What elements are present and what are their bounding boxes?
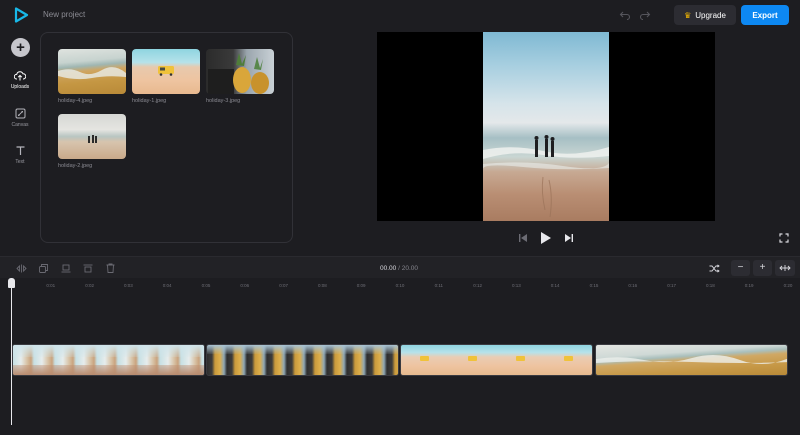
ruler-tick-label: 0:10 bbox=[395, 283, 405, 288]
wave-foam-graphic bbox=[58, 67, 126, 80]
duplicate-button[interactable] bbox=[34, 261, 52, 275]
play-icon[interactable] bbox=[540, 231, 552, 245]
van-strip-graphic bbox=[420, 356, 573, 361]
delete-button[interactable] bbox=[101, 261, 119, 275]
upgrade-label: Upgrade bbox=[695, 10, 726, 20]
video-preview[interactable] bbox=[377, 32, 715, 221]
crown-icon: ♛ bbox=[684, 10, 692, 20]
timeline-clip-holiday-2[interactable] bbox=[12, 344, 205, 376]
preview-frame bbox=[483, 32, 609, 221]
play-logo-icon[interactable] bbox=[13, 7, 29, 23]
media-thumbnail bbox=[206, 49, 274, 94]
text-icon bbox=[16, 146, 24, 155]
ruler-tick-label: 0:05 bbox=[201, 283, 211, 288]
ruler-tick-label: 0:20 bbox=[783, 283, 793, 288]
skip-forward-icon[interactable] bbox=[564, 233, 574, 243]
ruler-tick-label: 0:18 bbox=[706, 283, 715, 288]
ruler-tick-label: 0:19 bbox=[744, 283, 754, 288]
media-item-holiday-2[interactable]: holiday-2.jpeg bbox=[58, 114, 126, 169]
ruler-tick-label: 0:03 bbox=[124, 283, 133, 288]
people-graphic bbox=[88, 135, 97, 143]
timecode: 00.00 / 20.00 bbox=[380, 265, 418, 272]
total-time: 20.00 bbox=[401, 265, 418, 272]
rail-item-text[interactable]: Text bbox=[4, 145, 36, 165]
fullscreen-icon[interactable] bbox=[779, 233, 789, 243]
media-thumbnail bbox=[58, 49, 126, 94]
ruler-tick-label: 0:06 bbox=[240, 283, 250, 288]
rail-label-uploads: Uploads bbox=[10, 84, 30, 90]
ruler-tick-label: 0:12 bbox=[473, 283, 482, 288]
zoom-in-button[interactable]: + bbox=[753, 260, 772, 276]
van-graphic bbox=[158, 66, 174, 76]
split-icon bbox=[15, 264, 27, 272]
foam-strip-graphic bbox=[596, 355, 787, 364]
align-top-button[interactable] bbox=[79, 261, 97, 275]
media-thumbnail bbox=[132, 49, 200, 94]
ruler-tick-label: 0:01 bbox=[46, 283, 56, 288]
ruler-tick-label: 0:04 bbox=[162, 283, 172, 288]
media-name: holiday-3.jpeg bbox=[206, 98, 241, 104]
expand-arrows-icon bbox=[779, 265, 791, 271]
align-top-icon bbox=[83, 264, 93, 272]
expand-timeline-button[interactable] bbox=[775, 260, 795, 276]
rail-label-text: Text bbox=[15, 159, 25, 165]
rail-item-uploads[interactable]: Uploads bbox=[4, 70, 36, 90]
project-title[interactable]: New project bbox=[43, 10, 85, 19]
ruler-tick-label: 0:09 bbox=[356, 283, 366, 288]
ruler-tick-label: 0:17 bbox=[667, 283, 676, 288]
timeline-toolbar: 00.00 / 20.00 − + bbox=[0, 256, 800, 278]
undo-icon[interactable] bbox=[619, 10, 631, 20]
media-thumbnail bbox=[58, 114, 126, 159]
ruler-tick-label: 0:13 bbox=[512, 283, 521, 288]
pineapples-graphic bbox=[208, 53, 269, 94]
media-name: holiday-2.jpeg bbox=[58, 163, 93, 169]
export-button[interactable]: Export bbox=[741, 5, 789, 25]
trash-icon bbox=[106, 263, 114, 273]
media-item-holiday-3[interactable]: holiday-3.jpeg bbox=[206, 49, 274, 104]
shuffle-icon bbox=[709, 263, 720, 273]
media-panel: holiday-4.jpeg holiday-1.jpeg holiday-3.… bbox=[40, 32, 293, 243]
media-item-holiday-1[interactable]: holiday-1.jpeg bbox=[132, 49, 200, 104]
ruler-tick-label: 0:11 bbox=[434, 283, 444, 288]
ruler-tick-label: 0:16 bbox=[628, 283, 638, 288]
media-name: holiday-4.jpeg bbox=[58, 98, 93, 104]
timeline-ruler[interactable]: 00:010:020:030:040:050:060:070:080:090:1… bbox=[0, 279, 800, 293]
ruler-tick-label: 0:07 bbox=[279, 283, 288, 288]
timeline-clip-holiday-4[interactable] bbox=[595, 344, 788, 376]
beach-scene-graphic bbox=[483, 135, 609, 218]
ruler-tick-label: 0:08 bbox=[318, 283, 327, 288]
rail-item-canvas[interactable]: Canvas bbox=[4, 108, 36, 128]
split-button[interactable] bbox=[12, 261, 30, 275]
top-bar: New project ♛ Upgrade Export bbox=[0, 0, 800, 30]
skip-back-icon[interactable] bbox=[518, 233, 528, 243]
timeline-track[interactable] bbox=[0, 294, 800, 435]
ruler-tick-label: 0:15 bbox=[589, 283, 599, 288]
time-separator: / bbox=[398, 265, 400, 272]
ruler-tick-label: 0:02 bbox=[85, 283, 94, 288]
align-bottom-button[interactable] bbox=[57, 261, 75, 275]
timeline-clip-holiday-1[interactable] bbox=[400, 344, 593, 376]
playhead[interactable] bbox=[11, 279, 12, 425]
current-time: 00.00 bbox=[380, 265, 397, 272]
upload-cloud-icon bbox=[14, 71, 26, 81]
upgrade-button[interactable]: ♛ Upgrade bbox=[674, 5, 736, 25]
redo-icon[interactable] bbox=[639, 10, 651, 20]
media-item-holiday-4[interactable]: holiday-4.jpeg bbox=[58, 49, 126, 104]
align-bottom-icon bbox=[61, 264, 71, 272]
media-name: holiday-1.jpeg bbox=[132, 98, 167, 104]
timeline-clip-holiday-3[interactable] bbox=[206, 344, 399, 376]
zoom-out-button[interactable]: − bbox=[731, 260, 750, 276]
rail-label-canvas: Canvas bbox=[11, 122, 29, 128]
ruler-tick-label: 0:14 bbox=[550, 283, 560, 288]
add-media-button[interactable]: + bbox=[11, 38, 30, 57]
canvas-resize-icon bbox=[15, 108, 25, 119]
duplicate-icon bbox=[38, 263, 48, 273]
fit-timeline-button[interactable] bbox=[705, 261, 723, 275]
